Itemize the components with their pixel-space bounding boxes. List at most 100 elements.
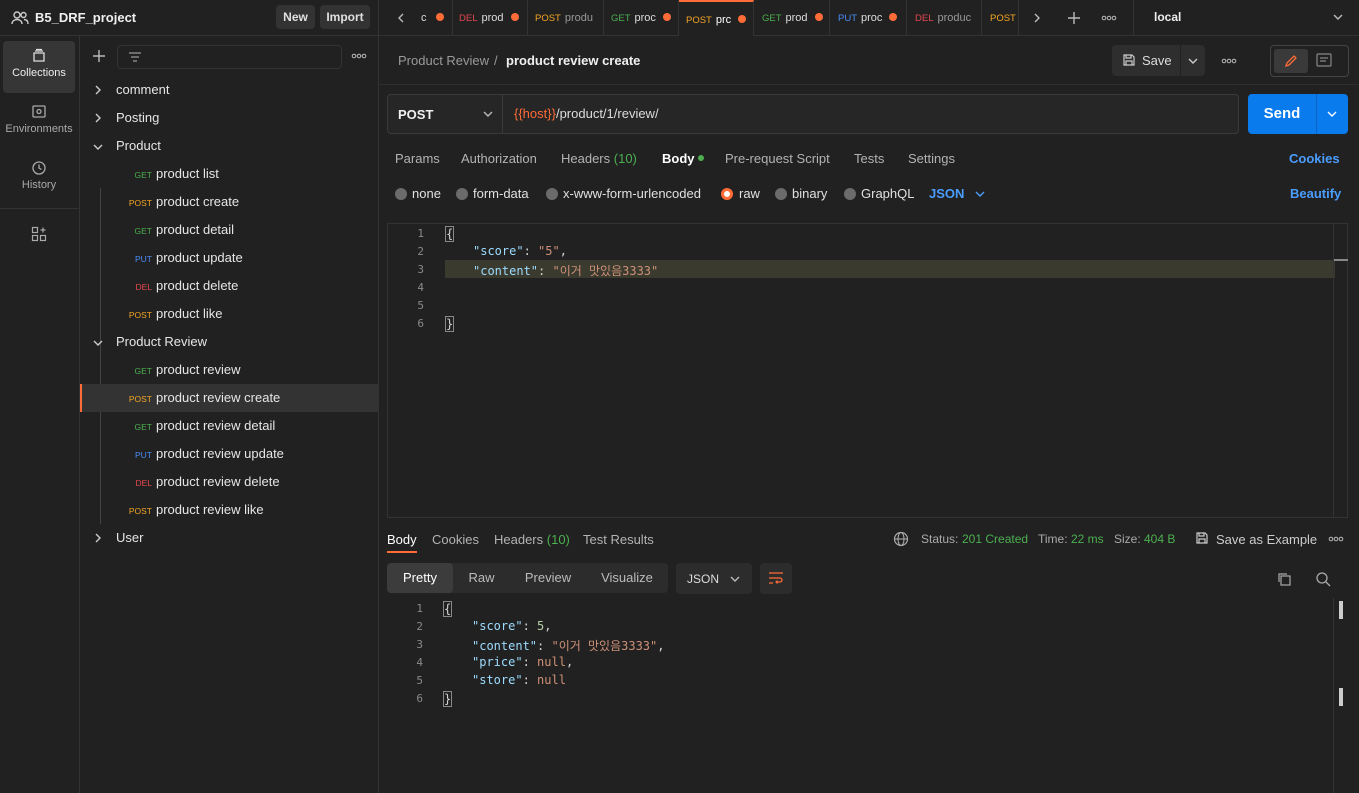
tab-tests[interactable]: Tests (854, 151, 884, 166)
request-product-review-update[interactable]: PUT product review update (80, 440, 378, 468)
history-icon (31, 160, 47, 176)
request-tab[interactable]: GET prod (754, 0, 830, 36)
view-pretty[interactable]: Pretty (387, 563, 453, 593)
radio-raw[interactable] (721, 188, 733, 200)
folder-product-review[interactable]: Product Review (80, 328, 378, 356)
tab-headers[interactable]: Headers (10) (561, 151, 637, 166)
response-options-icon[interactable] (1328, 536, 1344, 542)
globe-icon[interactable] (893, 531, 909, 547)
request-product-review-detail[interactable]: GET product review detail (80, 412, 378, 440)
tab-body[interactable]: Body (662, 151, 705, 166)
tab-settings[interactable]: Settings (908, 151, 955, 166)
request-tab[interactable]: POST (982, 0, 1019, 36)
request-tab[interactable]: DEL prod (453, 0, 528, 36)
url-input[interactable]: {{host}}/product/1/review/ (514, 106, 659, 121)
radio-form-data[interactable] (456, 188, 468, 200)
view-preview[interactable]: Preview (515, 563, 581, 593)
request-product-detail[interactable]: GET product detail (80, 216, 378, 244)
language-select[interactable]: JSON (929, 186, 964, 201)
edit-mode-button[interactable] (1274, 49, 1308, 73)
resp-tab-headers[interactable]: Headers (10) (494, 532, 570, 547)
response-format-select[interactable]: JSON (676, 563, 752, 594)
tab-pre-request-script[interactable]: Pre-request Script (725, 151, 830, 166)
request-product-create[interactable]: POST product create (80, 188, 378, 216)
method-badge: GET (134, 422, 152, 432)
folder-posting[interactable]: Posting (80, 104, 378, 132)
tab-params[interactable]: Params (395, 151, 440, 166)
copy-icon[interactable] (1276, 571, 1292, 587)
request-tab[interactable]: POST produ (528, 0, 604, 36)
radio-none[interactable] (395, 188, 407, 200)
response-scrollbar[interactable] (1333, 598, 1347, 793)
new-button[interactable]: New (276, 5, 315, 29)
request-product-update[interactable]: PUT product update (80, 244, 378, 272)
folder-product[interactable]: Product (80, 132, 378, 160)
view-visualize[interactable]: Visualize (592, 563, 662, 593)
breadcrumb-parent[interactable]: Product Review (398, 53, 489, 68)
page-title[interactable]: product review create (506, 53, 640, 68)
documentation-icon[interactable] (1316, 53, 1332, 67)
line-number: 2 (416, 620, 423, 633)
radio-urlencoded[interactable] (546, 188, 558, 200)
request-product-like[interactable]: POST product like (80, 300, 378, 328)
search-icon[interactable] (1315, 571, 1331, 587)
folder-label: Product (116, 138, 161, 153)
more-options-icon[interactable] (351, 53, 367, 59)
size-value[interactable]: 404 B (1144, 532, 1175, 546)
request-label: product review like (156, 502, 264, 517)
request-label: product review create (156, 390, 281, 405)
send-button[interactable]: Send (1248, 94, 1316, 134)
request-tab[interactable]: GET proc (604, 0, 679, 36)
environment-selector[interactable]: local (1134, 0, 1359, 36)
editor-scrollbar[interactable] (1333, 224, 1348, 517)
response-body-viewer[interactable]: 1 2 3 4 5 6 { "score": 5, "content": "이거… (387, 598, 1349, 793)
request-product-review-create[interactable]: POST product review create (80, 384, 378, 412)
request-product-delete[interactable]: DEL product delete (80, 272, 378, 300)
request-body-editor[interactable]: 1 2 3 4 5 6 { "score": "5", "content": "… (387, 223, 1348, 518)
time-value[interactable]: 22 ms (1071, 532, 1104, 546)
rail-collections[interactable]: Collections (3, 41, 75, 93)
resp-tab-test-results[interactable]: Test Results (583, 532, 654, 547)
method-select[interactable]: POST (388, 95, 503, 133)
save-as-example-button[interactable]: Save as Example (1216, 532, 1317, 547)
request-tab[interactable]: DEL produc (907, 0, 982, 36)
cookies-link[interactable]: Cookies (1289, 151, 1340, 166)
workspace-name[interactable]: B5_DRF_project (35, 10, 136, 25)
request-product-review-delete[interactable]: DEL product review delete (80, 468, 378, 496)
resp-tab-body[interactable]: Body (387, 532, 417, 553)
request-product-list[interactable]: GET product list (80, 160, 378, 188)
request-tab-active[interactable]: POST prc (679, 0, 754, 36)
rail-environments[interactable]: Environments (3, 97, 75, 149)
request-header: Product Review / product review create S… (379, 36, 1359, 85)
tab-options-icon[interactable] (1101, 15, 1117, 21)
tab-authorization[interactable]: Authorization (461, 151, 537, 166)
radio-binary[interactable] (775, 188, 787, 200)
request-tab[interactable]: c (417, 0, 453, 36)
import-button[interactable]: Import (320, 5, 370, 29)
rail-history[interactable]: History (3, 153, 75, 205)
request-options-icon[interactable] (1221, 58, 1237, 64)
radio-binary-label: binary (792, 186, 828, 201)
folder-comment[interactable]: comment (80, 76, 378, 104)
resp-tab-cookies[interactable]: Cookies (432, 532, 479, 547)
beautify-link[interactable]: Beautify (1290, 186, 1341, 201)
radio-graphql[interactable] (844, 188, 856, 200)
request-product-review-like[interactable]: POST product review like (80, 496, 378, 524)
configure-workbench-icon[interactable] (31, 226, 47, 242)
save-button[interactable]: Save (1112, 45, 1180, 76)
new-tab-icon[interactable] (1067, 11, 1081, 25)
status-value[interactable]: 201 Created (962, 532, 1028, 546)
breadcrumb-separator: / (494, 53, 498, 68)
add-collection-icon[interactable] (92, 49, 106, 63)
view-raw[interactable]: Raw (459, 563, 504, 593)
request-product-review[interactable]: GET product review (80, 356, 378, 384)
chevron-right-icon (94, 533, 102, 543)
folder-user[interactable]: User (80, 524, 378, 552)
tabs-scroll-left-icon[interactable] (397, 13, 405, 23)
request-tab[interactable]: PUT proc (830, 0, 907, 36)
save-options-chevron-icon[interactable] (1188, 57, 1198, 65)
filter-input[interactable] (117, 45, 342, 69)
wrap-lines-button[interactable] (760, 563, 792, 594)
send-options-chevron-icon[interactable] (1327, 110, 1337, 118)
tabs-scroll-right-icon[interactable] (1033, 13, 1041, 23)
